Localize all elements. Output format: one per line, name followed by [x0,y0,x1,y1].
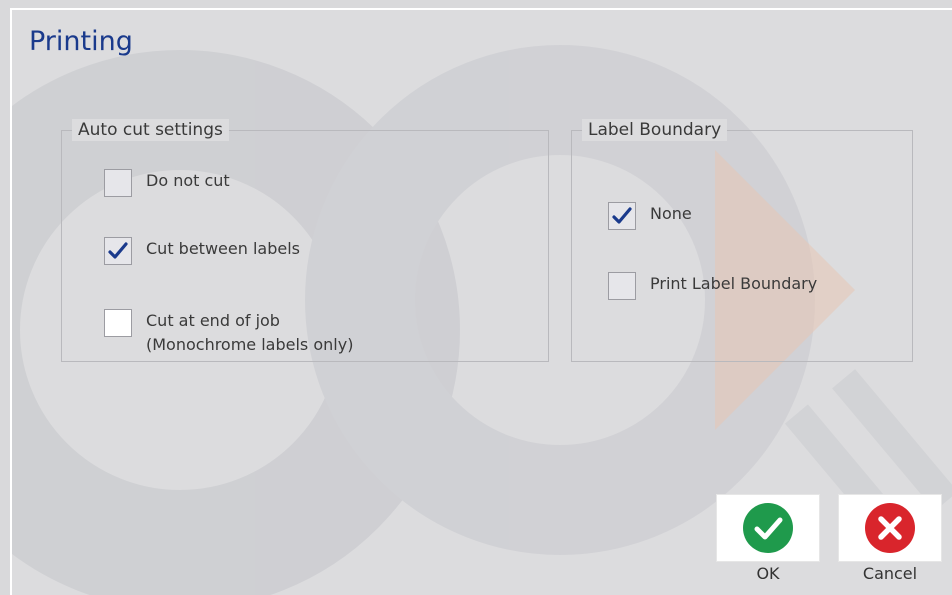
print-label-boundary-label: Print Label Boundary [650,274,818,293]
cut-at-end-of-job-checkbox[interactable] [104,309,132,337]
monochrome-only-note: (Monochrome labels only) [146,335,354,354]
do-not-cut-label: Do not cut [146,171,230,190]
auto-cut-settings-legend: Auto cut settings [72,119,229,141]
boundary-none-checkbox[interactable] [608,202,636,230]
cancel-button-label: Cancel [862,564,918,583]
label-boundary-legend: Label Boundary [582,119,728,141]
boundary-none-option[interactable]: None [608,202,692,230]
print-label-boundary-checkbox[interactable] [608,272,636,300]
cut-at-end-of-job-label: Cut at end of job [146,311,280,330]
label-boundary-group: Label Boundary None Print Label Boundary [571,119,913,362]
ok-button[interactable] [716,494,820,562]
page-title: Printing [29,26,133,57]
cut-between-labels-option[interactable]: Cut between labels [104,237,300,265]
cancel-button[interactable] [838,494,942,562]
auto-cut-settings-group: Auto cut settings Do not cut Cut between… [61,119,549,362]
check-circle-icon [743,503,793,553]
cut-between-labels-label: Cut between labels [146,239,300,258]
printing-dialog: Printing Auto cut settings Do not cut Cu… [10,8,952,595]
print-label-boundary-option[interactable]: Print Label Boundary [608,272,817,300]
do-not-cut-checkbox[interactable] [104,169,132,197]
checkmark-icon [612,207,632,224]
cut-between-labels-checkbox[interactable] [104,237,132,265]
x-circle-icon [865,503,915,553]
do-not-cut-option[interactable]: Do not cut [104,169,230,197]
ok-button-label: OK [756,564,780,583]
checkmark-icon [108,242,128,259]
cut-at-end-of-job-option[interactable]: Cut at end of job (Monochrome labels onl… [104,309,353,357]
boundary-none-label: None [650,204,692,223]
